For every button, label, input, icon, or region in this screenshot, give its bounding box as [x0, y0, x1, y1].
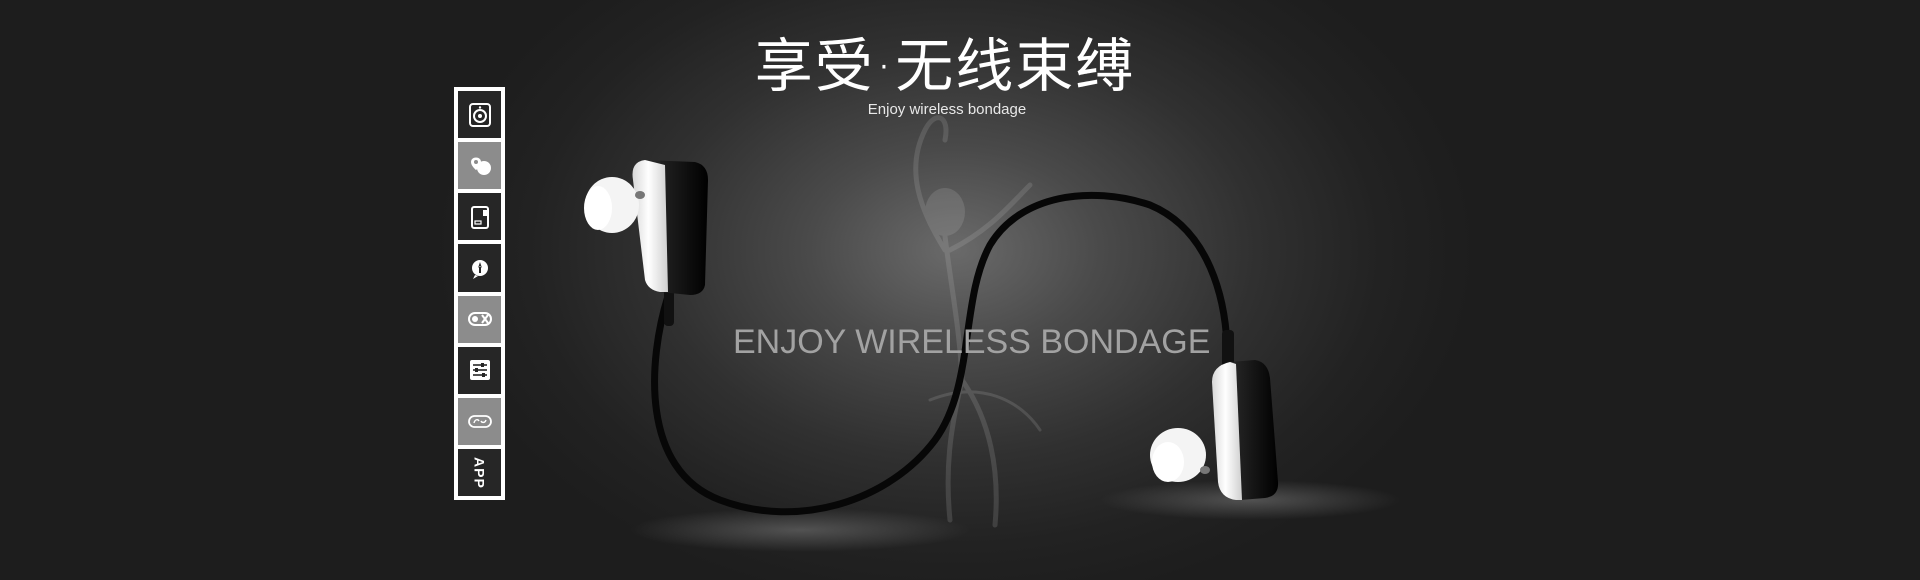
feature-equalizer[interactable]: [458, 346, 501, 394]
app-text-icon: APP: [471, 456, 488, 489]
feature-link[interactable]: [458, 397, 501, 445]
left-earbud: [584, 160, 708, 326]
tagline: ENJOY WIRELESS BONDAGE: [733, 323, 1211, 361]
feature-app[interactable]: APP: [458, 448, 501, 496]
feature-chat[interactable]: [458, 244, 501, 292]
device-card-icon: [470, 205, 489, 229]
headline: 享受·无线束缚: [754, 32, 1136, 100]
mute-toggle-icon: [467, 312, 492, 327]
equalizer-icon: [469, 360, 490, 381]
speaker-icon: [468, 102, 491, 127]
location-pin-icon: [470, 157, 491, 175]
product-banner: 享受·无线束缚 Enjoy wireless bondage ENJOY WIR…: [0, 0, 1920, 580]
feature-device-card[interactable]: [458, 193, 501, 241]
feature-mute-toggle[interactable]: [458, 295, 501, 343]
link-chain-icon: [467, 415, 492, 429]
chat-bubble-icon: [471, 259, 488, 279]
subheadline: Enjoy wireless bondage: [867, 101, 1027, 118]
feature-location[interactable]: [458, 142, 501, 190]
feature-speaker[interactable]: [458, 91, 501, 139]
feature-icon-strip: APP: [454, 87, 505, 500]
